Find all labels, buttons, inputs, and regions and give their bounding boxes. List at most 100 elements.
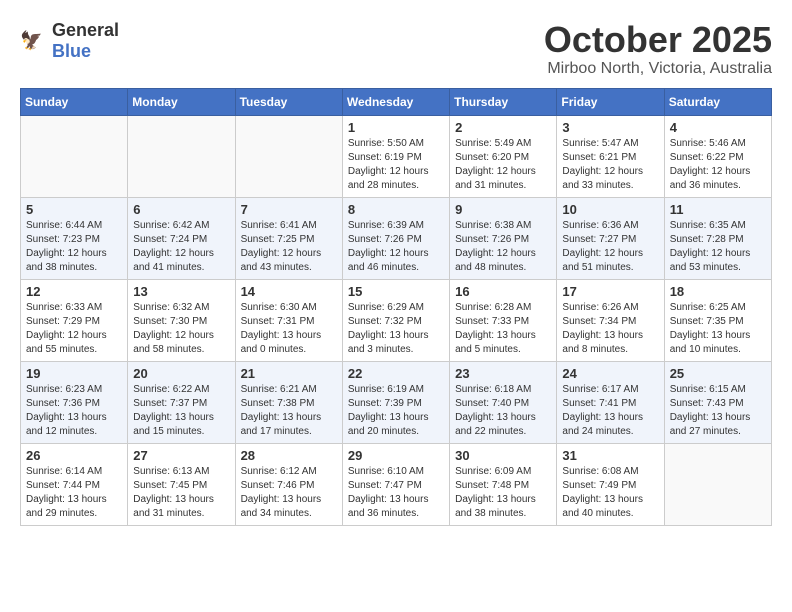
logo: 🦅 General Blue xyxy=(20,20,119,62)
calendar-cell: 14Sunrise: 6:30 AM Sunset: 7:31 PM Dayli… xyxy=(235,279,342,361)
calendar-cell: 5Sunrise: 6:44 AM Sunset: 7:23 PM Daylig… xyxy=(21,197,128,279)
calendar-week-row: 1Sunrise: 5:50 AM Sunset: 6:19 PM Daylig… xyxy=(21,115,772,197)
day-number: 27 xyxy=(133,448,229,463)
calendar-cell xyxy=(235,115,342,197)
day-number: 18 xyxy=(670,284,766,299)
day-number: 24 xyxy=(562,366,658,381)
day-info: Sunrise: 6:35 AM Sunset: 7:28 PM Dayligh… xyxy=(670,219,766,275)
day-number: 20 xyxy=(133,366,229,381)
calendar-week-row: 5Sunrise: 6:44 AM Sunset: 7:23 PM Daylig… xyxy=(21,197,772,279)
day-number: 28 xyxy=(241,448,337,463)
month-title: October 2025 xyxy=(544,20,772,60)
day-number: 6 xyxy=(133,202,229,217)
calendar-cell: 11Sunrise: 6:35 AM Sunset: 7:28 PM Dayli… xyxy=(664,197,771,279)
day-number: 13 xyxy=(133,284,229,299)
weekday-header: Monday xyxy=(128,88,235,115)
day-number: 12 xyxy=(26,284,122,299)
weekday-header: Sunday xyxy=(21,88,128,115)
calendar-cell: 8 Sunrise: 6:39 AM Sunset: 7:26 PM Daylig… xyxy=(342,197,449,279)
day-info: Sunrise: 6:12 AM Sunset: 7:46 PM Dayligh… xyxy=(241,465,337,521)
calendar-cell: 16 Sunrise: 6:28 AM Sunset: 7:33 PM Dayli… xyxy=(450,279,557,361)
calendar-cell: 10 Sunrise: 6:36 AM Sunset: 7:27 PM Dayli… xyxy=(557,197,664,279)
svg-text:🦅: 🦅 xyxy=(20,29,43,51)
day-info: Sunrise: 6:30 AM Sunset: 7:31 PM Dayligh… xyxy=(241,301,337,357)
calendar-cell: 27 Sunrise: 6:13 AM Sunset: 7:45 PM Dayli… xyxy=(128,443,235,525)
calendar-cell: 29 Sunrise: 6:10 AM Sunset: 7:47 PM Dayli… xyxy=(342,443,449,525)
day-number: 8 xyxy=(348,202,444,217)
day-info: Sunrise: 6:15 AM Sunset: 7:43 PM Dayligh… xyxy=(670,383,766,439)
calendar-cell xyxy=(21,115,128,197)
calendar-cell xyxy=(664,443,771,525)
day-number: 26 xyxy=(26,448,122,463)
day-info: Sunrise: 6:32 AM Sunset: 7:30 PM Dayligh… xyxy=(133,301,229,357)
day-number: 5 xyxy=(26,202,122,217)
day-info: Sunrise: 6:09 AM Sunset: 7:48 PM Dayligh… xyxy=(455,465,551,521)
location-title: Mirboo North, Victoria, Australia xyxy=(544,60,772,78)
calendar-cell: 17Sunrise: 6:26 AM Sunset: 7:34 PM Dayli… xyxy=(557,279,664,361)
calendar-cell: 25Sunrise: 6:15 AM Sunset: 7:43 PM Dayli… xyxy=(664,361,771,443)
weekday-header: Saturday xyxy=(664,88,771,115)
day-number: 17 xyxy=(562,284,658,299)
day-number: 10 xyxy=(562,202,658,217)
calendar-cell: 23Sunrise: 6:18 AM Sunset: 7:40 PM Dayli… xyxy=(450,361,557,443)
day-info: Sunrise: 6:28 AM Sunset: 7:33 PM Dayligh… xyxy=(455,301,551,357)
calendar-cell: 31Sunrise: 6:08 AM Sunset: 7:49 PM Dayli… xyxy=(557,443,664,525)
calendar-cell: 2Sunrise: 5:49 AM Sunset: 6:20 PM Daylig… xyxy=(450,115,557,197)
day-info: Sunrise: 6:33 AM Sunset: 7:29 PM Dayligh… xyxy=(26,301,122,357)
day-number: 7 xyxy=(241,202,337,217)
day-info: Sunrise: 6:42 AM Sunset: 7:24 PM Dayligh… xyxy=(133,219,229,275)
calendar-cell: 9 Sunrise: 6:38 AM Sunset: 7:26 PM Daylig… xyxy=(450,197,557,279)
day-number: 4 xyxy=(670,120,766,135)
day-number: 30 xyxy=(455,448,551,463)
day-info: Sunrise: 6:14 AM Sunset: 7:44 PM Dayligh… xyxy=(26,465,122,521)
day-info: Sunrise: 6:29 AM Sunset: 7:32 PM Dayligh… xyxy=(348,301,444,357)
calendar-week-row: 12 Sunrise: 6:33 AM Sunset: 7:29 PM Dayli… xyxy=(21,279,772,361)
day-info: Sunrise: 6:25 AM Sunset: 7:35 PM Dayligh… xyxy=(670,301,766,357)
calendar-cell: 1Sunrise: 5:50 AM Sunset: 6:19 PM Daylig… xyxy=(342,115,449,197)
title-area: October 2025 Mirboo North, Victoria, Aus… xyxy=(544,20,772,78)
weekday-header: Wednesday xyxy=(342,88,449,115)
calendar-cell: 13 Sunrise: 6:32 AM Sunset: 7:30 PM Dayli… xyxy=(128,279,235,361)
calendar-cell: 6 Sunrise: 6:42 AM Sunset: 7:24 PM Daylig… xyxy=(128,197,235,279)
calendar-table: SundayMondayTuesdayWednesdayThursdayFrid… xyxy=(20,88,772,526)
day-number: 21 xyxy=(241,366,337,381)
day-number: 29 xyxy=(348,448,444,463)
day-info: Sunrise: 6:10 AM Sunset: 7:47 PM Dayligh… xyxy=(348,465,444,521)
day-info: Sunrise: 6:22 AM Sunset: 7:37 PM Dayligh… xyxy=(133,383,229,439)
weekday-header: Friday xyxy=(557,88,664,115)
day-info: Sunrise: 5:47 AM Sunset: 6:21 PM Dayligh… xyxy=(562,137,658,193)
day-info: Sunrise: 6:41 AM Sunset: 7:25 PM Dayligh… xyxy=(241,219,337,275)
logo-blue-text: Blue xyxy=(52,41,91,61)
calendar-cell: 19Sunrise: 6:23 AM Sunset: 7:36 PM Dayli… xyxy=(21,361,128,443)
weekday-header: Thursday xyxy=(450,88,557,115)
day-info: Sunrise: 5:50 AM Sunset: 6:19 PM Dayligh… xyxy=(348,137,444,193)
calendar-cell: 15 Sunrise: 6:29 AM Sunset: 7:32 PM Dayli… xyxy=(342,279,449,361)
day-info: Sunrise: 6:13 AM Sunset: 7:45 PM Dayligh… xyxy=(133,465,229,521)
calendar-cell: 20 Sunrise: 6:22 AM Sunset: 7:37 PM Dayli… xyxy=(128,361,235,443)
day-number: 3 xyxy=(562,120,658,135)
calendar-cell: 28 Sunrise: 6:12 AM Sunset: 7:46 PM Dayli… xyxy=(235,443,342,525)
day-number: 16 xyxy=(455,284,551,299)
day-info: Sunrise: 6:39 AM Sunset: 7:26 PM Dayligh… xyxy=(348,219,444,275)
day-number: 9 xyxy=(455,202,551,217)
day-number: 22 xyxy=(348,366,444,381)
calendar-week-row: 26 Sunrise: 6:14 AM Sunset: 7:44 PM Dayli… xyxy=(21,443,772,525)
logo-icon: 🦅 xyxy=(20,27,48,55)
day-number: 15 xyxy=(348,284,444,299)
day-info: Sunrise: 5:49 AM Sunset: 6:20 PM Dayligh… xyxy=(455,137,551,193)
logo-general-text: General xyxy=(52,20,119,40)
day-info: Sunrise: 6:36 AM Sunset: 7:27 PM Dayligh… xyxy=(562,219,658,275)
calendar-cell: 4 Sunrise: 5:46 AM Sunset: 6:22 PM Daylig… xyxy=(664,115,771,197)
day-info: Sunrise: 6:23 AM Sunset: 7:36 PM Dayligh… xyxy=(26,383,122,439)
weekday-header: Tuesday xyxy=(235,88,342,115)
day-info: Sunrise: 6:38 AM Sunset: 7:26 PM Dayligh… xyxy=(455,219,551,275)
calendar-cell: 22Sunrise: 6:19 AM Sunset: 7:39 PM Dayli… xyxy=(342,361,449,443)
calendar-cell xyxy=(128,115,235,197)
day-info: Sunrise: 6:21 AM Sunset: 7:38 PM Dayligh… xyxy=(241,383,337,439)
calendar-cell: 12 Sunrise: 6:33 AM Sunset: 7:29 PM Dayli… xyxy=(21,279,128,361)
calendar-cell: 24Sunrise: 6:17 AM Sunset: 7:41 PM Dayli… xyxy=(557,361,664,443)
calendar-cell: 21 Sunrise: 6:21 AM Sunset: 7:38 PM Dayli… xyxy=(235,361,342,443)
calendar-header-row: SundayMondayTuesdayWednesdayThursdayFrid… xyxy=(21,88,772,115)
day-info: Sunrise: 5:46 AM Sunset: 6:22 PM Dayligh… xyxy=(670,137,766,193)
calendar-cell: 7 Sunrise: 6:41 AM Sunset: 7:25 PM Daylig… xyxy=(235,197,342,279)
